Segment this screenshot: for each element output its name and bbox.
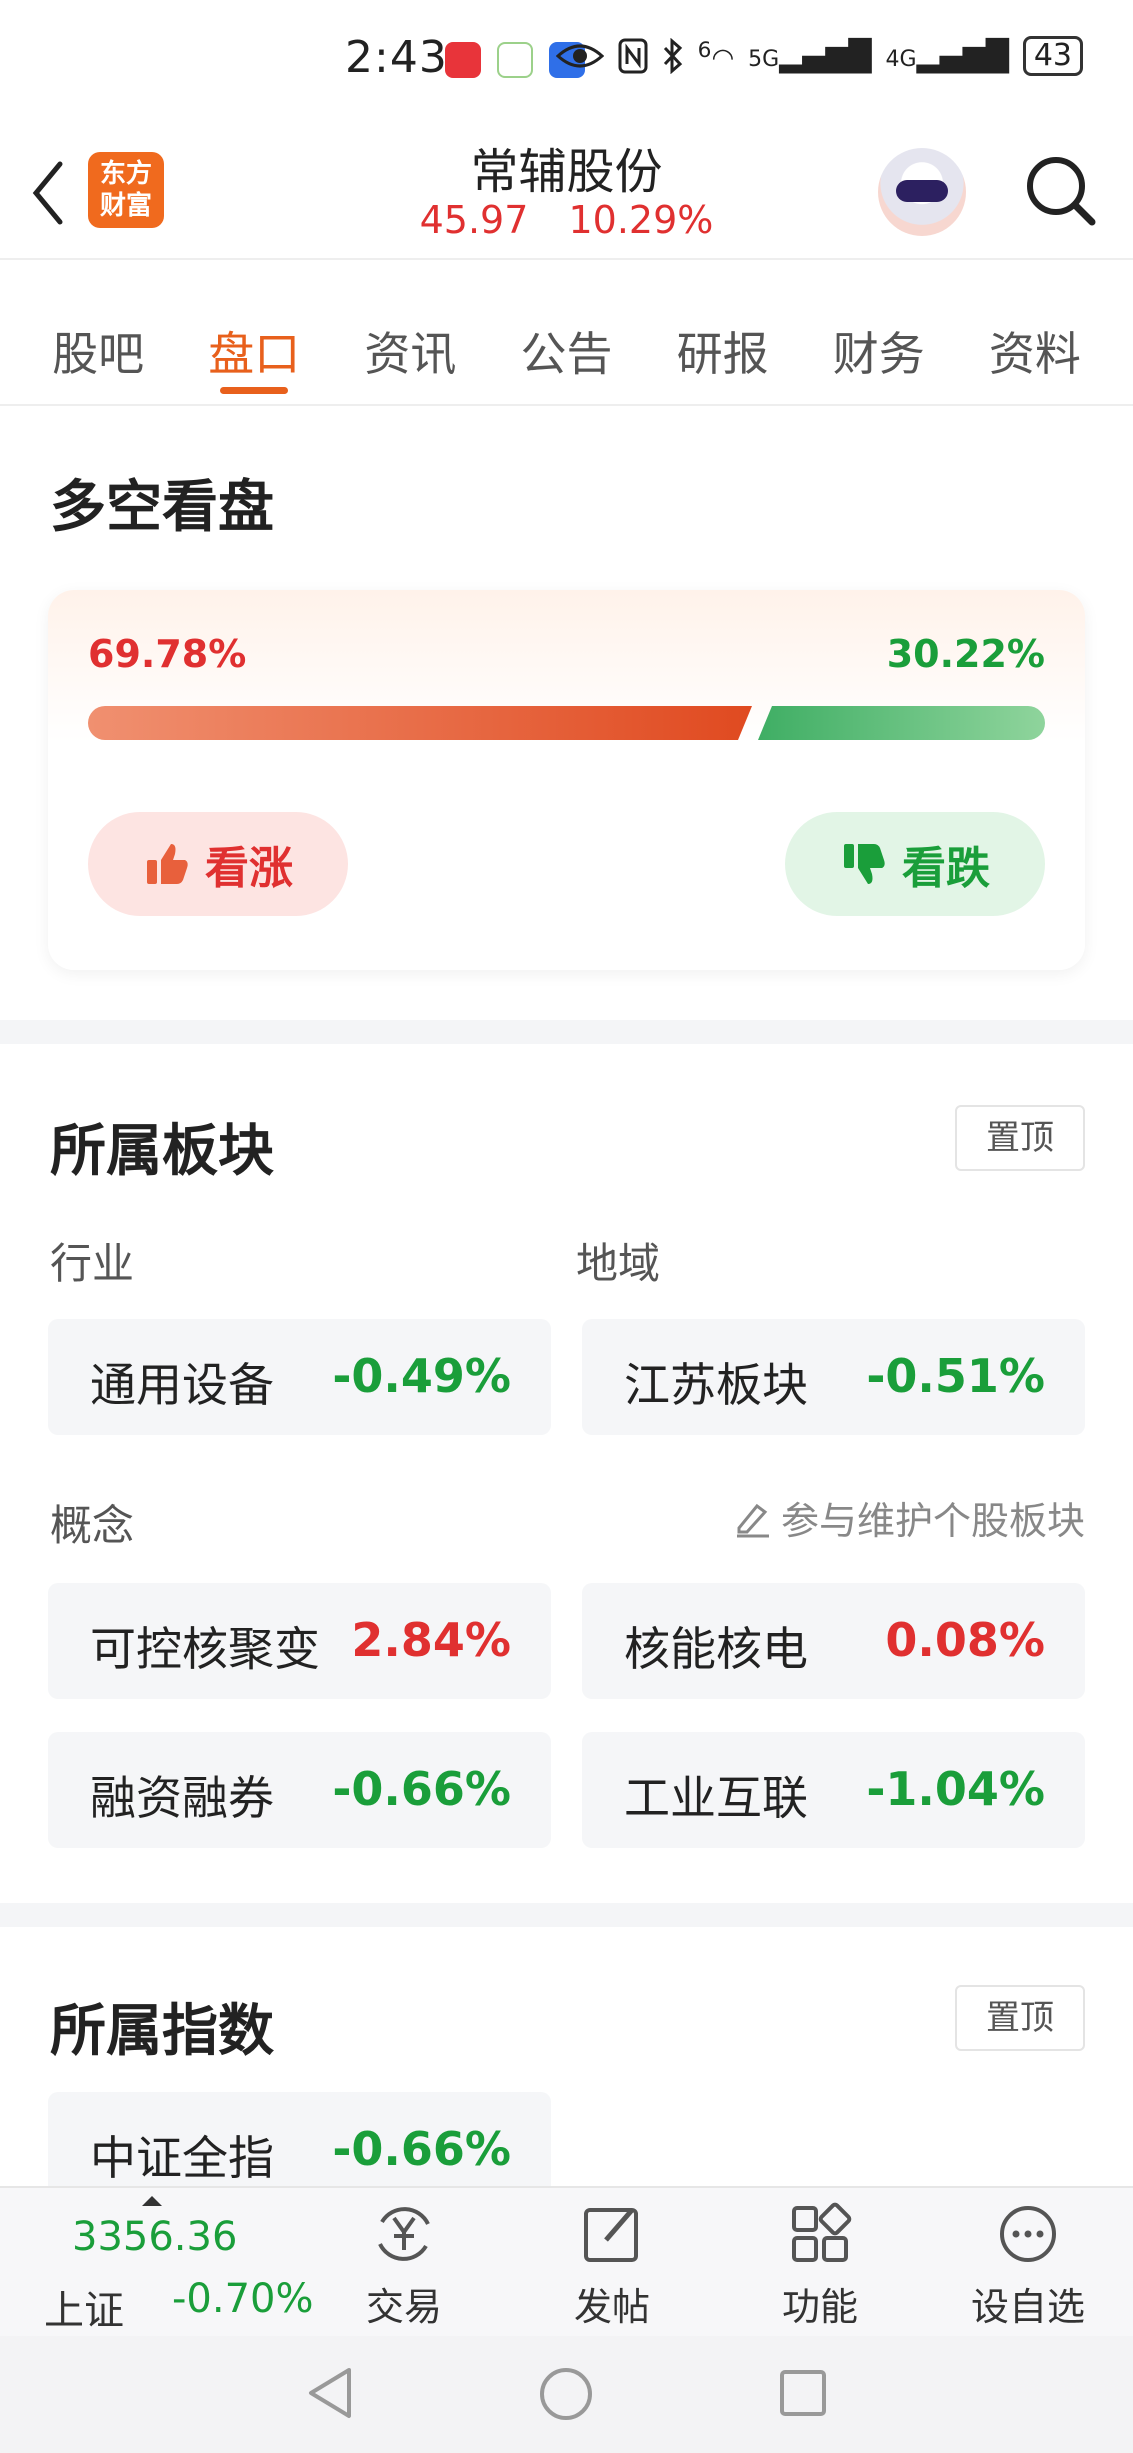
industry-label: 行业 (50, 1239, 135, 1288)
expand-caret-icon[interactable] (142, 2196, 162, 2206)
concept-tile[interactable]: 融资融券 -0.66% (48, 1732, 551, 1848)
tab-guba[interactable]: 股吧 (52, 292, 144, 404)
stock-price: 45.97 (419, 198, 529, 242)
sectors-title: 所属板块 (50, 1119, 274, 1184)
edit-pencil-icon (736, 1503, 769, 1537)
sector-name: 融资融券 (90, 1771, 274, 1825)
sentiment-card: 69.78% 30.22% 看涨 看跌 (48, 590, 1085, 970)
nav-trade[interactable]: 交易 (334, 2198, 474, 2331)
nav-post-label: 发帖 (573, 2285, 650, 2329)
indices-pin-button[interactable]: 置顶 (955, 1985, 1085, 2051)
bull-bar (88, 706, 752, 740)
trade-yen-icon (378, 2207, 430, 2261)
tab-pankou[interactable]: 盘口 (208, 292, 300, 404)
tab-research[interactable]: 研报 (677, 292, 769, 404)
search-icon[interactable] (1020, 150, 1100, 230)
sector-change: -0.66% (332, 1762, 511, 1816)
nav-recents-icon[interactable] (778, 2368, 828, 2418)
nav-functions-label: 功能 (781, 2285, 858, 2329)
maintain-sectors-label: 参与维护个股板块 (780, 1499, 1085, 1543)
sectors-pin-button[interactable]: 置顶 (955, 1105, 1085, 1171)
sentiment-title: 多空看盘 (50, 475, 274, 540)
bluetooth-icon (663, 38, 682, 74)
concept-tile[interactable]: 可控核聚变 2.84% (48, 1583, 551, 1699)
index-name: 中证全指 (90, 2131, 274, 2185)
sector-change: 0.08% (885, 1613, 1045, 1667)
maintain-sectors-link[interactable]: 参与维护个股板块 (733, 1490, 1085, 1545)
sector-change: -0.49% (332, 1349, 511, 1403)
sector-change: 2.84% (351, 1613, 511, 1667)
sector-name: 通用设备 (90, 1358, 274, 1412)
bull-percentage: 69.78% (88, 632, 247, 676)
tab-profile[interactable]: 资料 (989, 292, 1081, 404)
section-divider (0, 1903, 1133, 1927)
bottom-nav: 3356.36 上证 -0.70% 交易 发帖 功能 设自选 (0, 2186, 1133, 2336)
eye-icon (555, 44, 604, 68)
bear-bar (758, 706, 1045, 740)
wifi-icon: 6◠ (697, 38, 735, 74)
section-divider (0, 1020, 1133, 1044)
sector-change: -1.04% (866, 1762, 1045, 1816)
nav-functions[interactable]: 功能 (750, 2198, 890, 2331)
region-label: 地域 (576, 1239, 661, 1288)
bearish-button[interactable]: 看跌 (785, 812, 1045, 916)
detail-tabs: 股吧 盘口 资讯 公告 研报 财务 资料 (0, 292, 1133, 406)
stock-change-pct: 10.29% (568, 198, 714, 242)
tab-finance[interactable]: 财务 (833, 292, 925, 404)
thumbs-up-icon (147, 844, 188, 884)
sector-name: 工业互联 (624, 1771, 808, 1825)
system-nav-bar (0, 2336, 1133, 2453)
bear-percentage: 30.22% (886, 632, 1045, 676)
concept-tile[interactable]: 工业互联 -1.04% (582, 1732, 1085, 1848)
nav-back-icon[interactable] (305, 2366, 355, 2420)
home-app-icon (497, 42, 533, 78)
huawei-app-icon (445, 42, 481, 78)
signal-4g-icon: 4G▂▄▆█ (885, 38, 1009, 74)
indices-title: 所属指数 (50, 1999, 274, 2064)
market-index-name[interactable]: 上证 (44, 2278, 124, 2336)
bullish-button[interactable]: 看涨 (88, 812, 348, 916)
nav-trade-label: 交易 (365, 2285, 442, 2329)
concept-label: 概念 (50, 1501, 135, 1550)
industry-tile[interactable]: 通用设备 -0.49% (48, 1319, 551, 1435)
tab-announcements[interactable]: 公告 (520, 292, 612, 404)
nav-add-watchlist-label: 设自选 (970, 2285, 1085, 2329)
nav-post[interactable]: 发帖 (542, 2198, 682, 2331)
region-tile[interactable]: 江苏板块 -0.51% (582, 1319, 1085, 1435)
sector-name: 可控核聚变 (90, 1622, 320, 1676)
market-index-change[interactable]: -0.70% (172, 2276, 314, 2322)
market-index-value[interactable]: 3356.36 (72, 2214, 237, 2260)
status-indicators: 6◠ 5G▂▄▆█ 4G▂▄▆█ 43 (555, 36, 1083, 76)
signal-5g-icon: 5G▂▄▆█ (748, 38, 872, 74)
bullish-label: 看涨 (205, 843, 293, 894)
sector-name: 江苏板块 (624, 1358, 808, 1412)
nav-home-icon[interactable] (538, 2366, 594, 2422)
concept-tile[interactable]: 核能核电 0.08% (582, 1583, 1085, 1699)
status-time: 2:43 (345, 32, 448, 83)
stock-header: 东方 财富 常辅股份 45.97 10.29% (0, 120, 1133, 260)
index-change: -0.66% (332, 2122, 511, 2176)
bearish-label: 看跌 (902, 843, 990, 894)
thumbs-down-icon (844, 844, 885, 884)
compose-icon (584, 2208, 638, 2262)
status-bar: 2:43 6◠ 5G▂▄▆█ 4G▂▄▆█ 43 (0, 0, 1133, 120)
sector-change: -0.51% (866, 1349, 1045, 1403)
nfc-icon (618, 38, 648, 74)
grid-icon (792, 2202, 852, 2262)
battery-icon: 43 (1022, 36, 1083, 76)
sector-name: 核能核电 (624, 1622, 808, 1676)
nav-add-watchlist[interactable]: 设自选 (958, 2198, 1098, 2331)
tab-news[interactable]: 资讯 (364, 292, 456, 404)
robot-assistant-icon[interactable] (878, 148, 966, 236)
more-dots-icon (1000, 2206, 1056, 2262)
